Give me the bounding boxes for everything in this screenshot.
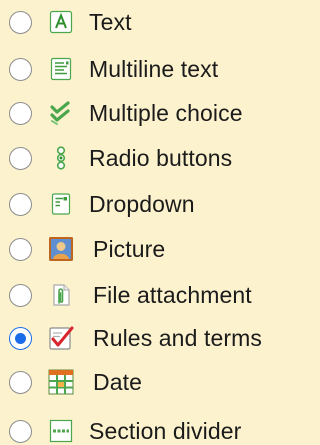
multiple-choice-icon [48, 100, 74, 126]
option-section-divider[interactable]: Section divider [0, 409, 306, 445]
option-label: Section divider [89, 417, 242, 444]
radio-radio-buttons[interactable] [9, 146, 32, 170]
option-label: File attachment [93, 281, 252, 308]
option-radio-buttons[interactable]: Radio buttons [0, 136, 306, 180]
rules-and-terms-icon [48, 325, 74, 351]
option-multiple-choice[interactable]: Multiple choice [0, 91, 306, 135]
multiline-text-icon [48, 56, 74, 82]
radio-date[interactable] [9, 370, 32, 394]
radio-text[interactable] [9, 10, 32, 34]
dropdown-icon [48, 191, 74, 217]
option-label: Radio buttons [89, 144, 233, 171]
radio-section-divider[interactable] [9, 419, 32, 443]
control-type-list: Text Multiline text Multiple choice Radi… [0, 0, 306, 445]
option-label: Rules and terms [93, 324, 262, 351]
section-divider-icon [48, 418, 74, 444]
radio-multiple-choice[interactable] [9, 101, 32, 125]
date-icon [48, 369, 74, 395]
picture-icon [48, 236, 74, 262]
radio-multiline-text[interactable] [9, 57, 32, 81]
option-label: Date [93, 368, 142, 395]
radio-buttons-icon [48, 145, 74, 171]
radio-rules-and-terms[interactable] [9, 326, 32, 350]
option-file-attachment[interactable]: File attachment [0, 273, 306, 317]
option-date[interactable]: Date [0, 360, 306, 404]
option-multiline-text[interactable]: Multiline text [0, 47, 306, 91]
option-picture[interactable]: Picture [0, 227, 306, 271]
option-label: Dropdown [89, 190, 195, 217]
text-icon [48, 9, 74, 35]
radio-file-attachment[interactable] [9, 283, 32, 307]
option-label: Multiline text [89, 55, 219, 82]
option-label: Multiple choice [89, 99, 243, 126]
radio-dropdown[interactable] [9, 192, 32, 216]
file-attachment-icon [48, 282, 74, 308]
option-text[interactable]: Text [0, 0, 306, 44]
option-label: Text [89, 8, 132, 35]
radio-picture[interactable] [9, 237, 32, 261]
option-label: Picture [93, 235, 166, 262]
option-rules-and-terms[interactable]: Rules and terms [0, 316, 306, 360]
option-dropdown[interactable]: Dropdown [0, 182, 306, 226]
